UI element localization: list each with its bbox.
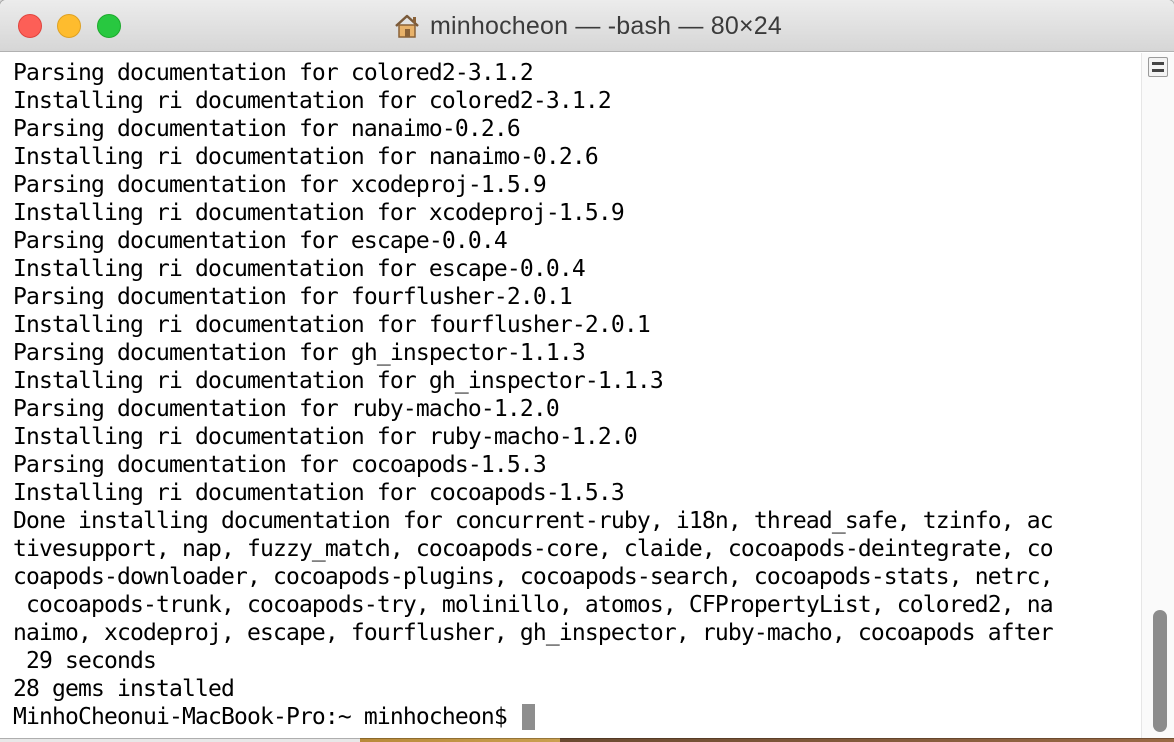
terminal-line: Installing ri documentation for cocoapod… <box>13 480 625 506</box>
window-title-area: minhocheon — -bash — 80×24 <box>0 0 1174 52</box>
terminal-line: tivesupport, nap, fuzzy_match, cocoapods… <box>13 536 1054 562</box>
terminal-line: Done installing documentation for concur… <box>13 508 1054 534</box>
terminal-line: Installing ri documentation for colored2… <box>13 88 612 114</box>
home-folder-icon <box>392 11 422 41</box>
scrollbar-track[interactable] <box>1141 53 1174 738</box>
terminal-line: naimo, xcodeproj, escape, fourflusher, g… <box>13 620 1054 646</box>
terminal-line: Parsing documentation for cocoapods-1.5.… <box>13 452 547 478</box>
text-cursor <box>521 704 535 730</box>
split-pane-icon <box>1152 62 1164 65</box>
terminal-output[interactable]: Parsing documentation for colored2-3.1.2… <box>0 53 1142 738</box>
scrollbar-thumb[interactable] <box>1153 610 1167 732</box>
terminal-line: Parsing documentation for escape-0.0.4 <box>13 228 508 254</box>
terminal-line: Installing ri documentation for fourflus… <box>13 312 651 338</box>
terminal-line: Parsing documentation for ruby-macho-1.2… <box>13 396 560 422</box>
prompt-line[interactable]: MinhoCheonui-MacBook-Pro:~ minhocheon$ <box>13 703 1142 731</box>
title-bar[interactable]: minhocheon — -bash — 80×24 <box>0 0 1174 52</box>
terminal-line: coapods-downloader, cocoapods-plugins, c… <box>13 564 1054 590</box>
terminal-line: 29 seconds <box>13 648 157 674</box>
terminal-line: Installing ri documentation for xcodepro… <box>13 200 625 226</box>
terminal-line: Installing ri documentation for nanaimo-… <box>13 144 599 170</box>
terminal-line: Parsing documentation for gh_inspector-1… <box>13 340 586 366</box>
terminal-line: Parsing documentation for xcodeproj-1.5.… <box>13 172 547 198</box>
terminal-line: Parsing documentation for colored2-3.1.2 <box>13 60 534 86</box>
window-title: minhocheon — -bash — 80×24 <box>430 11 782 40</box>
terminal-line: Installing ri documentation for ruby-mac… <box>13 424 638 450</box>
terminal-line: 28 gems installed <box>13 676 235 702</box>
split-pane-button[interactable] <box>1148 57 1168 77</box>
terminal-line: Parsing documentation for nanaimo-0.2.6 <box>13 116 521 142</box>
terminal-line: cocoapods-trunk, cocoapods-try, molinill… <box>13 592 1054 618</box>
split-pane-icon-bar <box>1152 69 1164 72</box>
terminal-line: Parsing documentation for fourflusher-2.… <box>13 284 573 310</box>
terminal-window: minhocheon — -bash — 80×24 Parsing docum… <box>0 0 1174 738</box>
shell-prompt: MinhoCheonui-MacBook-Pro:~ minhocheon$ <box>13 704 520 730</box>
terminal-line: Installing ri documentation for escape-0… <box>13 256 586 282</box>
terminal-line: Installing ri documentation for gh_inspe… <box>13 368 664 394</box>
